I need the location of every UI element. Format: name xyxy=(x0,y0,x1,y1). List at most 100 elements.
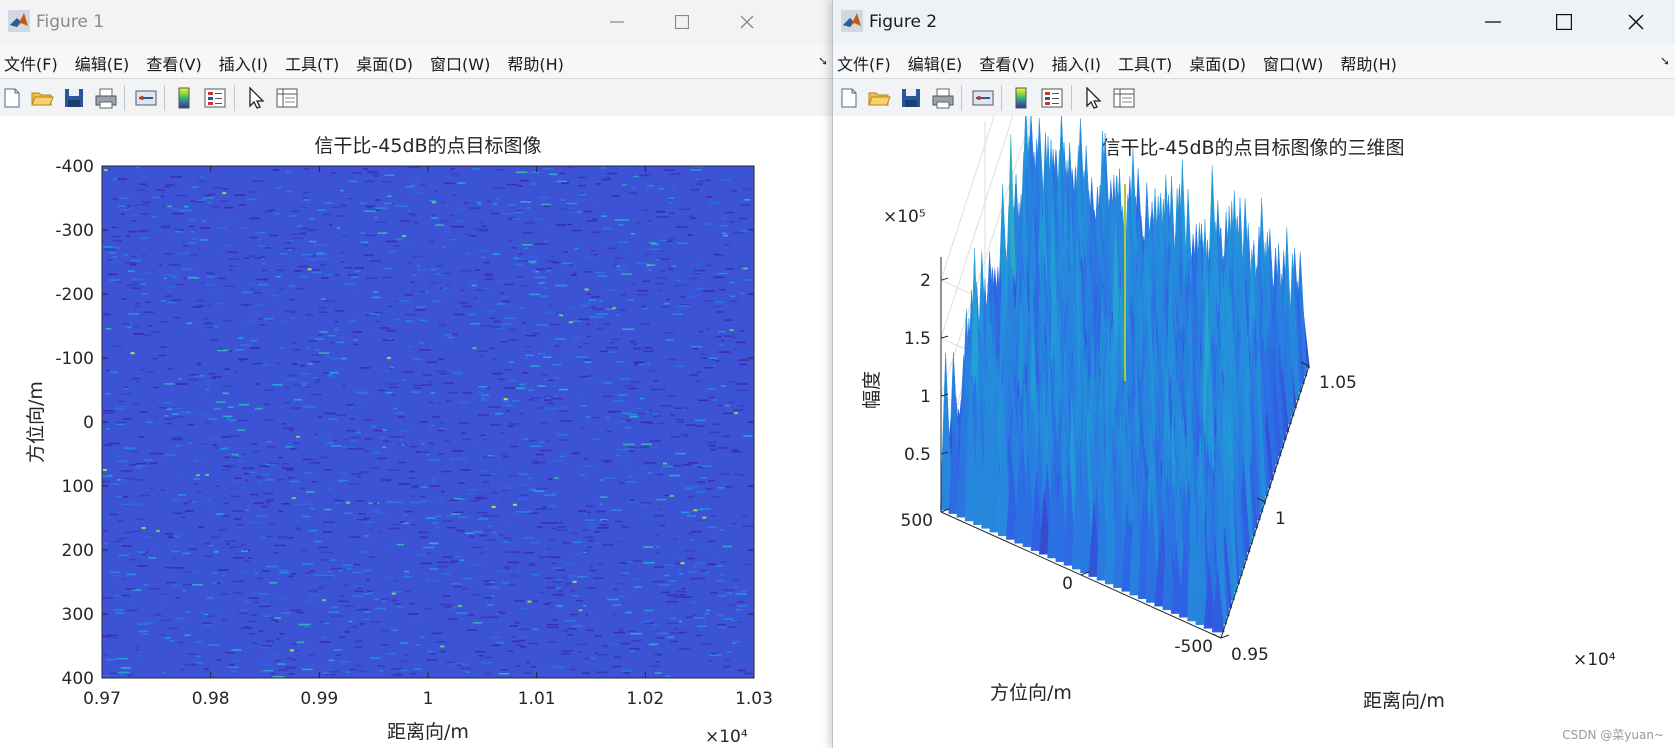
heatmap-cell xyxy=(250,347,261,349)
heatmap-cell xyxy=(363,244,369,246)
new-figure-icon[interactable] xyxy=(837,86,861,110)
title-bar[interactable]: Figure 1 xyxy=(0,0,834,44)
heatmap-cell xyxy=(668,474,681,477)
heatmap-cell xyxy=(685,424,696,426)
menu-tools[interactable]: 工具(T) xyxy=(1118,51,1172,75)
menu-view[interactable]: 查看(V) xyxy=(979,51,1034,75)
heatmap-cell xyxy=(518,253,523,255)
heatmap-cell xyxy=(402,379,407,381)
heatmap-cell xyxy=(174,545,178,547)
heatmap-cell xyxy=(114,450,120,453)
heatmap-cell xyxy=(327,334,336,337)
heatmap-cell xyxy=(326,668,331,671)
menu-edit[interactable]: 编辑(E) xyxy=(908,51,963,75)
heatmap-cell xyxy=(485,673,491,676)
heatmap-cell xyxy=(435,526,442,529)
heatmap-cell xyxy=(256,498,261,501)
menu-help[interactable]: 帮助(H) xyxy=(507,51,564,75)
heatmap-cell xyxy=(378,531,384,534)
minimize-button[interactable] xyxy=(1470,0,1516,44)
colorbar-icon[interactable] xyxy=(1009,86,1033,110)
maximize-button[interactable] xyxy=(659,0,705,44)
property-inspector-icon[interactable] xyxy=(275,86,299,110)
heatmap-cell xyxy=(149,487,155,490)
heatmap-cell xyxy=(391,629,395,631)
close-button[interactable] xyxy=(724,0,770,44)
menu-edit[interactable]: 编辑(E) xyxy=(75,51,130,75)
heatmap-cell xyxy=(698,399,709,402)
heatmap-cell xyxy=(655,647,660,649)
heatmap-cell xyxy=(525,334,537,337)
heatmap-cell xyxy=(642,280,650,282)
menu-file[interactable]: 文件(F) xyxy=(837,51,891,75)
heatmap-cell xyxy=(121,503,131,506)
menu-tools[interactable]: 工具(T) xyxy=(285,51,339,75)
heatmap-cell xyxy=(184,634,191,636)
heatmap-cell xyxy=(103,480,111,483)
y-tick-label: 200 xyxy=(62,541,94,561)
property-inspector-icon[interactable] xyxy=(1112,86,1136,110)
menu-desktop[interactable]: 桌面(D) xyxy=(1189,51,1246,75)
legend-icon[interactable] xyxy=(203,86,227,110)
menu-window[interactable]: 窗口(W) xyxy=(430,51,490,75)
legend-icon[interactable] xyxy=(1040,86,1064,110)
heatmap-cell xyxy=(131,255,137,258)
heatmap-cell xyxy=(192,306,202,308)
heatmap-cell xyxy=(143,311,155,313)
heatmap-cell xyxy=(490,531,497,534)
heatmap-cell xyxy=(377,232,388,234)
link-plot-icon[interactable] xyxy=(971,86,995,110)
heatmap-cell xyxy=(665,675,672,677)
heatmap-cell xyxy=(739,363,747,366)
heatmap-cell xyxy=(698,353,706,355)
menu-help[interactable]: 帮助(H) xyxy=(1340,51,1397,75)
colorbar-icon[interactable] xyxy=(172,86,196,110)
heatmap-cell xyxy=(617,269,627,271)
heatmap-cell xyxy=(489,424,501,426)
heatmap-cell xyxy=(319,352,330,354)
heatmap-cell xyxy=(193,460,199,462)
menu-insert[interactable]: 插入(I) xyxy=(219,51,268,75)
menu-insert[interactable]: 插入(I) xyxy=(1052,51,1101,75)
heatmap-cell xyxy=(137,623,147,625)
heatmap-cell xyxy=(297,514,306,516)
minimize-button[interactable] xyxy=(594,0,640,44)
maximize-button[interactable] xyxy=(1541,0,1587,44)
heatmap-cell xyxy=(291,643,297,646)
menu-window[interactable]: 窗口(W) xyxy=(1263,51,1323,75)
heatmap-cell xyxy=(717,595,727,597)
open-file-icon[interactable] xyxy=(30,86,54,110)
heatmap-cell xyxy=(442,556,454,558)
print-icon[interactable] xyxy=(931,86,955,110)
menu-file[interactable]: 文件(F) xyxy=(4,51,58,75)
heatmap-cell xyxy=(590,657,596,660)
heatmap-cell xyxy=(510,247,517,249)
heatmap-cell xyxy=(679,594,686,596)
heatmap-cell xyxy=(457,482,465,484)
heatmap-cell xyxy=(540,373,548,376)
heatmap-cell xyxy=(252,450,260,453)
dock-arrow-icon[interactable]: ➘ xyxy=(818,54,828,68)
menu-desktop[interactable]: 桌面(D) xyxy=(356,51,413,75)
heatmap-cell xyxy=(173,233,184,236)
heatmap-cell xyxy=(540,422,550,424)
save-icon[interactable] xyxy=(899,86,923,110)
link-plot-icon[interactable] xyxy=(134,86,158,110)
dock-arrow-icon[interactable]: ➘ xyxy=(1660,54,1670,68)
heatmap-cell xyxy=(208,418,218,420)
new-figure-icon[interactable] xyxy=(0,86,24,110)
heatmap-cell xyxy=(589,315,595,318)
print-icon[interactable] xyxy=(94,86,118,110)
pointer-icon[interactable] xyxy=(1081,86,1105,110)
title-bar[interactable]: Figure 2 xyxy=(833,0,1675,44)
pointer-icon[interactable] xyxy=(244,86,268,110)
open-file-icon[interactable] xyxy=(867,86,891,110)
heatmap-cell xyxy=(572,218,577,221)
heatmap-cell xyxy=(493,451,501,453)
menu-view[interactable]: 查看(V) xyxy=(146,51,201,75)
heatmap-cell xyxy=(177,475,181,477)
heatmap-cell xyxy=(520,646,526,648)
heatmap-cell xyxy=(173,407,182,409)
save-icon[interactable] xyxy=(62,86,86,110)
close-button[interactable] xyxy=(1613,0,1659,44)
